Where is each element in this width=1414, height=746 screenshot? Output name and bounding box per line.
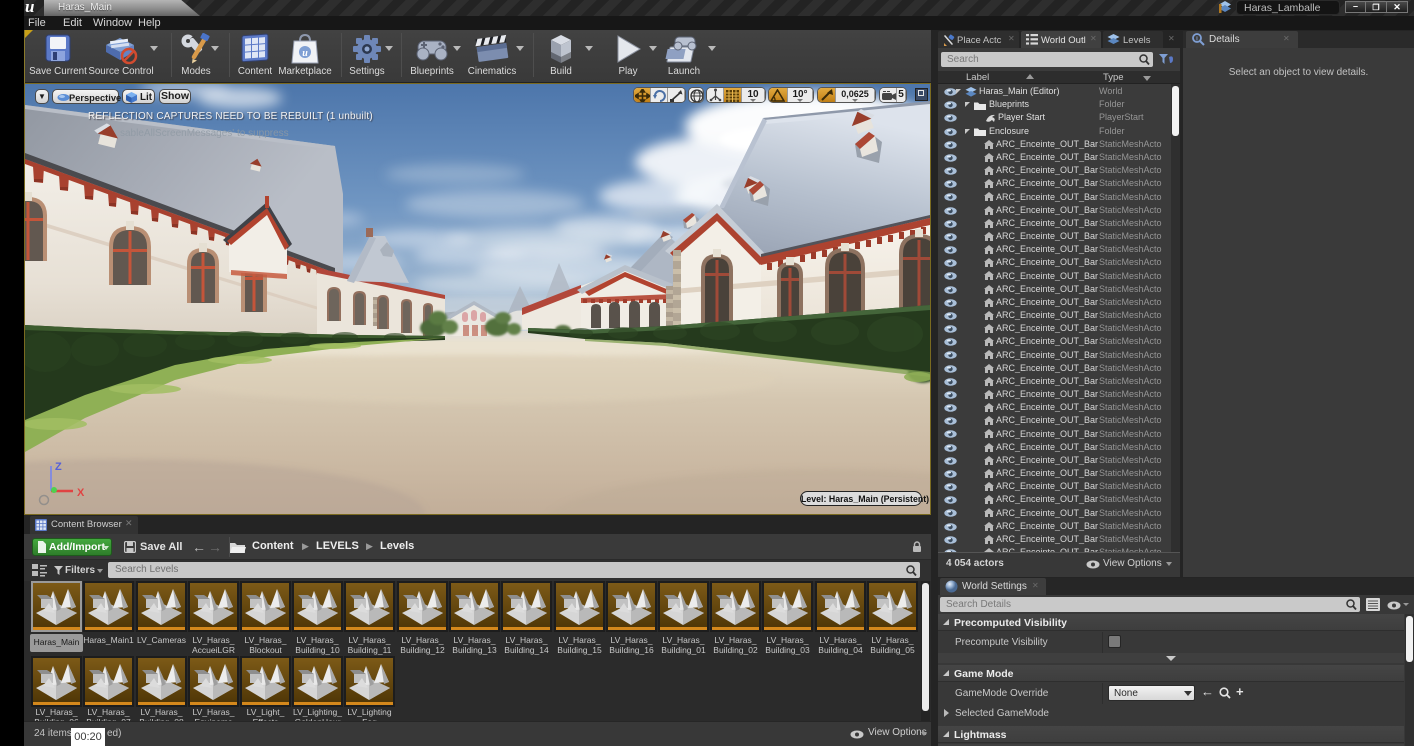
svg-text:Z: Z — [55, 461, 62, 473]
svg-text:u: u — [302, 48, 308, 59]
svg-text:X: X — [77, 487, 85, 499]
